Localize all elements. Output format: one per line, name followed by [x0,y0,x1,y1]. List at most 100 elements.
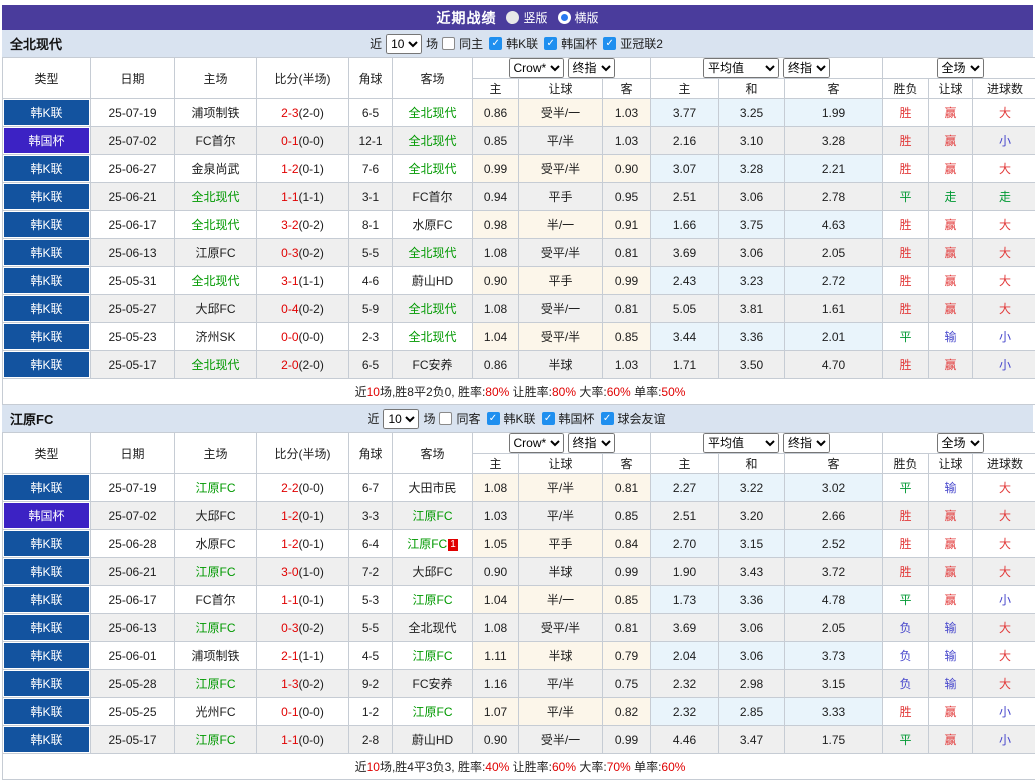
home-odds-cell: 0.85 [473,127,519,155]
date-cell: 25-05-23 [91,323,175,351]
handicap-result-cell: 赢 [929,127,973,155]
league-checkbox-cup[interactable]: ✓ [542,412,555,425]
home-odds-cell: 1.03 [473,502,519,530]
avg-away-odds-cell: 1.61 [785,295,883,323]
halftime-score: (1-1) [299,190,324,204]
summary-segment: 让胜率: [509,760,552,774]
fulltime-select[interactable]: 全场 [937,58,984,78]
away-odds-cell: 0.81 [603,614,651,642]
avg-home-odds-cell: 5.05 [651,295,719,323]
league-type-cell: 韩K联 [3,99,91,127]
home-odds-cell: 0.98 [473,211,519,239]
goals-result-cell: 小 [973,351,1035,379]
league-checkbox-cup[interactable]: ✓ [544,37,557,50]
handicap-cell: 受半/一 [519,726,603,754]
handicap-cell: 平/半 [519,474,603,502]
home-odds-cell: 0.86 [473,351,519,379]
away-team-name: 全北现代 [408,302,456,316]
layout-radio-horizontal[interactable]: 横版 [558,9,599,26]
avg-home-odds-cell: 2.04 [651,642,719,670]
fulltime-score: 2-3 [281,106,298,120]
layout-radio-vertical[interactable]: 竖版 [506,9,547,26]
radio-selected-icon[interactable] [558,11,571,24]
fulltime-select[interactable]: 全场 [937,433,984,453]
away-odds-cell: 0.90 [603,155,651,183]
fulltime-score: 2-0 [281,358,298,372]
home-team-cell: FC首尔 [175,586,257,614]
home-odds-cell: 1.11 [473,642,519,670]
odds-stage-select-1[interactable]: 终指 [568,58,615,78]
league-checkbox-kleague[interactable]: ✓ [489,37,502,50]
team-name: 江原FC [10,409,53,428]
away-team-cell: 蔚山HD [393,726,473,754]
sub-header-avg-draw: 和 [719,454,785,474]
home-team-cell: 济州SK [175,323,257,351]
handicap-result-cell: 输 [929,323,973,351]
avg-away-odds-cell: 4.78 [785,586,883,614]
handicap-cell: 平手 [519,183,603,211]
home-team-cell: 全北现代 [175,183,257,211]
away-team-cell: FC安养 [393,670,473,698]
league-checkbox-kleague[interactable]: ✓ [487,412,500,425]
goals-result-cell: 大 [973,295,1035,323]
match-count-select[interactable]: 10 [383,409,419,429]
goals-result-cell: 大 [973,99,1035,127]
corners-cell: 2-8 [349,726,393,754]
average-select[interactable]: 平均值 [703,58,779,78]
home-team-cell: 大邱FC [175,295,257,323]
match-row: 韩K联 25-06-01 浦项制铁 2-1(1-1) 4-5 江原FC 1.11… [3,642,1035,670]
fulltime-score: 1-3 [281,677,298,691]
league-type-badge: 韩国杯 [4,128,89,153]
same-home-checkbox[interactable] [442,37,455,50]
corners-cell: 3-3 [349,502,393,530]
avg-home-odds-cell: 3.69 [651,239,719,267]
avg-draw-odds-cell: 3.06 [719,642,785,670]
home-team-cell: 江原FC [175,726,257,754]
col-header-score: 比分(半场) [257,433,349,474]
corners-cell: 6-7 [349,474,393,502]
corners-cell: 12-1 [349,127,393,155]
score-cell: 2-1(1-1) [257,642,349,670]
radio-icon[interactable] [506,11,519,24]
away-odds-cell: 1.03 [603,127,651,155]
away-team-name: FC安养 [413,677,453,691]
halftime-score: (0-0) [299,705,324,719]
corners-cell: 5-3 [349,586,393,614]
league-type-cell: 韩国杯 [3,502,91,530]
avg-away-odds-cell: 2.05 [785,614,883,642]
odds-stage-select-1[interactable]: 终指 [568,433,615,453]
avg-draw-odds-cell: 3.28 [719,155,785,183]
corners-cell: 2-3 [349,323,393,351]
handicap-result-cell: 赢 [929,558,973,586]
odds-stage-select-2[interactable]: 终指 [783,58,830,78]
same-away-checkbox[interactable] [439,412,452,425]
league-checkbox-acl[interactable]: ✓ [603,37,616,50]
league-checkbox-friendly[interactable]: ✓ [601,412,614,425]
match-count-select[interactable]: 10 [386,34,422,54]
match-row: 韩国杯 25-07-02 FC首尔 0-1(0-0) 12-1 全北现代 0.8… [3,127,1035,155]
average-select[interactable]: 平均值 [703,433,779,453]
goals-result-cell: 大 [973,502,1035,530]
home-odds-cell: 1.04 [473,323,519,351]
avg-away-odds-cell: 3.33 [785,698,883,726]
halftime-score: (0-1) [299,509,324,523]
league-type-cell: 韩K联 [3,323,91,351]
away-team-cell: 全北现代 [393,614,473,642]
away-team-name: 江原FC [413,705,453,719]
avg-draw-odds-cell: 2.85 [719,698,785,726]
match-row: 韩K联 25-06-13 江原FC 0-3(0-2) 5-5 全北现代 1.08… [3,239,1035,267]
match-row: 韩K联 25-06-17 FC首尔 1-1(0-1) 5-3 江原FC 1.04… [3,586,1035,614]
bookmaker-select[interactable]: Crow* [509,433,564,453]
odds-stage-select-2[interactable]: 终指 [783,433,830,453]
corners-cell: 5-5 [349,239,393,267]
summary-segment: 80% [552,385,576,399]
league-type-badge: 韩K联 [4,615,89,640]
away-team-name: 全北现代 [408,330,456,344]
handicap-result-cell: 赢 [929,502,973,530]
bookmaker-select[interactable]: Crow* [509,58,564,78]
handicap-cell: 受平/半 [519,239,603,267]
halftime-score: (2-0) [299,106,324,120]
goals-result-cell: 小 [973,323,1035,351]
result-cell: 胜 [883,295,929,323]
league-type-badge: 韩K联 [4,156,89,181]
